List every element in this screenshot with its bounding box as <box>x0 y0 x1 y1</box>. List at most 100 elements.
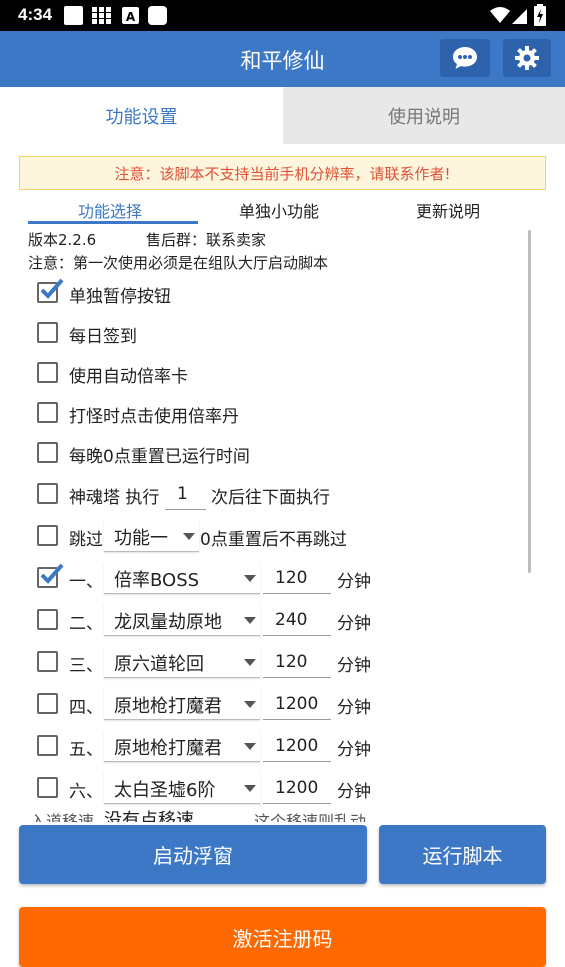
run-script-button[interactable]: 运行脚本 <box>379 825 546 884</box>
checkbox-task-2[interactable] <box>37 609 58 630</box>
chevron-down-icon <box>244 575 256 582</box>
task-function-value: 原地枪打魔君 <box>114 696 222 717</box>
chat-button[interactable] <box>440 39 490 77</box>
task-minutes-input[interactable]: 240 <box>263 604 331 636</box>
checkbox-reset-runtime[interactable] <box>37 442 58 463</box>
soul-tower-row: 神魂塔 执行 1 次后往下面执行 <box>0 474 520 514</box>
chevron-down-icon <box>244 743 256 750</box>
option-label: 使用自动倍率卡 <box>69 367 188 387</box>
task-function-value: 太白圣墟6阶 <box>114 780 216 801</box>
subtab-update-notes[interactable]: 更新说明 <box>416 198 480 222</box>
option-label: 单独暂停按钮 <box>69 287 171 307</box>
skip-suffix: 0点重置后不再跳过 <box>200 530 347 550</box>
skip-selected-value: 功能一 <box>114 528 168 549</box>
task-function-dropdown[interactable]: 太白圣墟6阶 <box>104 772 260 804</box>
resolution-warning: 注意：该脚本不支持当前手机分辨率，请联系作者! <box>19 156 546 190</box>
sub-tabs: 功能选择 单独小功能 更新说明 <box>0 196 565 224</box>
task-index: 一、 <box>69 572 103 592</box>
checkbox-task-3[interactable] <box>37 651 58 672</box>
task-index: 五、 <box>69 740 103 760</box>
task-unit: 分钟 <box>337 572 371 592</box>
task-function-dropdown[interactable]: 倍率BOSS <box>104 562 260 594</box>
checkbox-task-6[interactable] <box>37 777 58 798</box>
subtab-indicator <box>28 221 198 224</box>
chevron-down-icon <box>244 701 256 708</box>
battery-charging-icon <box>534 4 546 26</box>
checkmark-icon <box>40 278 64 299</box>
task-unit: 分钟 <box>337 782 371 802</box>
usage-warning-text: 注意：第一次使用必须是在组队大厅启动脚本 <box>28 254 329 272</box>
option-label: 每日签到 <box>69 327 137 347</box>
task-minutes-input[interactable]: 1200 <box>263 772 331 804</box>
activate-code-button[interactable]: 激活注册码 <box>19 907 546 967</box>
task-row: 一、 倍率BOSS 120 分钟 <box>0 558 520 598</box>
option-row[interactable]: 使用自动倍率卡 <box>0 353 520 393</box>
chevron-down-icon <box>244 659 256 666</box>
option-row[interactable]: 打怪时点击使用倍率丹 <box>0 393 520 433</box>
task-function-dropdown[interactable]: 龙凤量劫原地 <box>104 604 260 636</box>
chevron-down-icon <box>244 785 256 792</box>
task-index: 三、 <box>69 656 103 676</box>
notification-square-icon <box>64 6 83 25</box>
task-minutes-input[interactable]: 120 <box>263 562 331 594</box>
task-unit: 分钟 <box>337 740 371 760</box>
scrollbar[interactable] <box>528 230 531 573</box>
font-a-icon: A <box>122 7 139 24</box>
status-bar: 4:34 A <box>0 0 565 31</box>
chevron-down-icon <box>244 617 256 624</box>
checkmark-icon <box>40 563 64 584</box>
skip-function-dropdown[interactable]: 功能一 <box>104 520 199 552</box>
option-row[interactable]: 每晚0点重置已运行时间 <box>0 433 520 473</box>
task-unit: 分钟 <box>337 614 371 634</box>
option-row[interactable]: 每日签到 <box>0 313 520 353</box>
start-float-window-button[interactable]: 启动浮窗 <box>19 825 367 884</box>
skip-row: 跳过 功能一 0点重置后不再跳过 <box>0 516 520 556</box>
task-index: 二、 <box>69 614 103 634</box>
checkbox-skip[interactable] <box>37 525 58 546</box>
settings-button[interactable] <box>503 39 551 77</box>
task-function-value: 原六道轮回 <box>114 654 204 675</box>
task-function-value: 龙凤量劫原地 <box>114 612 222 633</box>
checkbox-task-5[interactable] <box>37 735 58 756</box>
gear-icon <box>515 46 539 70</box>
option-row[interactable]: 单独暂停按钮 <box>0 273 520 313</box>
task-row: 六、 太白圣墟6阶 1200 分钟 <box>0 768 520 808</box>
svg-text:A: A <box>126 10 136 24</box>
notification-square-icon-2 <box>148 6 167 25</box>
tab-function-settings[interactable]: 功能设置 <box>0 87 283 144</box>
task-function-value: 倍率BOSS <box>114 570 200 591</box>
cell-signal-icon <box>512 9 527 24</box>
task-minutes-input[interactable]: 120 <box>263 646 331 678</box>
task-index: 六、 <box>69 782 103 802</box>
option-label: 每晚0点重置已运行时间 <box>69 447 250 467</box>
soul-tower-count-input[interactable]: 1 <box>165 478 206 510</box>
main-tabs: 功能设置 使用说明 <box>0 87 565 144</box>
task-function-dropdown[interactable]: 原地枪打魔君 <box>104 730 260 762</box>
partial-row-dropdown[interactable]: 没有点移速 <box>104 806 194 822</box>
task-row: 五、 原地枪打魔君 1200 分钟 <box>0 726 520 766</box>
task-function-dropdown[interactable]: 原六道轮回 <box>104 646 260 678</box>
checkbox-auto-multiplier-card[interactable] <box>37 362 58 383</box>
tab-instructions[interactable]: 使用说明 <box>283 87 565 144</box>
wifi-icon <box>490 7 510 23</box>
status-time: 4:34 <box>18 5 53 24</box>
partial-row-prefix: 入道移速 <box>30 812 95 822</box>
grid-icon <box>92 7 111 24</box>
checkbox-daily-signin[interactable] <box>37 322 58 343</box>
task-function-value: 原地枪打魔君 <box>114 738 222 759</box>
task-minutes-input[interactable]: 1200 <box>263 688 331 720</box>
task-unit: 分钟 <box>337 698 371 718</box>
checkbox-soul-tower[interactable] <box>37 483 58 504</box>
subtab-single-functions[interactable]: 单独小功能 <box>239 198 319 222</box>
checkbox-multiplier-pill[interactable] <box>37 402 58 423</box>
task-minutes-input[interactable]: 1200 <box>263 730 331 762</box>
chevron-down-icon <box>183 533 195 540</box>
checkbox-pause-button[interactable] <box>37 278 64 303</box>
subtab-function-select[interactable]: 功能选择 <box>78 198 142 222</box>
soul-tower-suffix: 次后往下面执行 <box>211 488 330 508</box>
task-function-dropdown[interactable]: 原地枪打魔君 <box>104 688 260 720</box>
checkbox-task-1[interactable] <box>37 563 64 588</box>
checkbox-task-4[interactable] <box>37 693 58 714</box>
support-group-text: 售后群：联系卖家 <box>146 231 267 249</box>
task-unit: 分钟 <box>337 656 371 676</box>
